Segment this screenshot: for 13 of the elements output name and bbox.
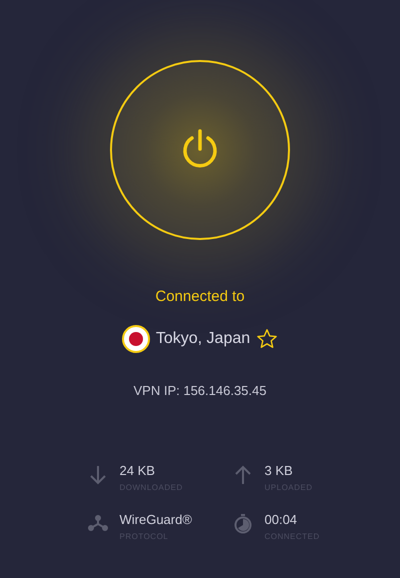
nodes-icon bbox=[88, 514, 108, 532]
download-arrow-icon bbox=[88, 465, 106, 485]
stat-value: 3 KB bbox=[264, 463, 294, 478]
flag-icon bbox=[122, 325, 150, 353]
connection-status: Connected to bbox=[155, 288, 245, 305]
location-name[interactable]: Tokyo, Japan bbox=[156, 330, 250, 348]
favorite-star-icon[interactable] bbox=[256, 328, 278, 350]
vpn-ip: VPN IP: 156.146.35.45 bbox=[134, 383, 266, 398]
stat-value: 00:04 bbox=[264, 512, 298, 527]
stopwatch-icon bbox=[234, 514, 252, 534]
upload-arrow-icon bbox=[234, 465, 252, 485]
stat-value: WireGuard® bbox=[120, 512, 192, 527]
stat-value: 24 KB bbox=[120, 463, 156, 478]
